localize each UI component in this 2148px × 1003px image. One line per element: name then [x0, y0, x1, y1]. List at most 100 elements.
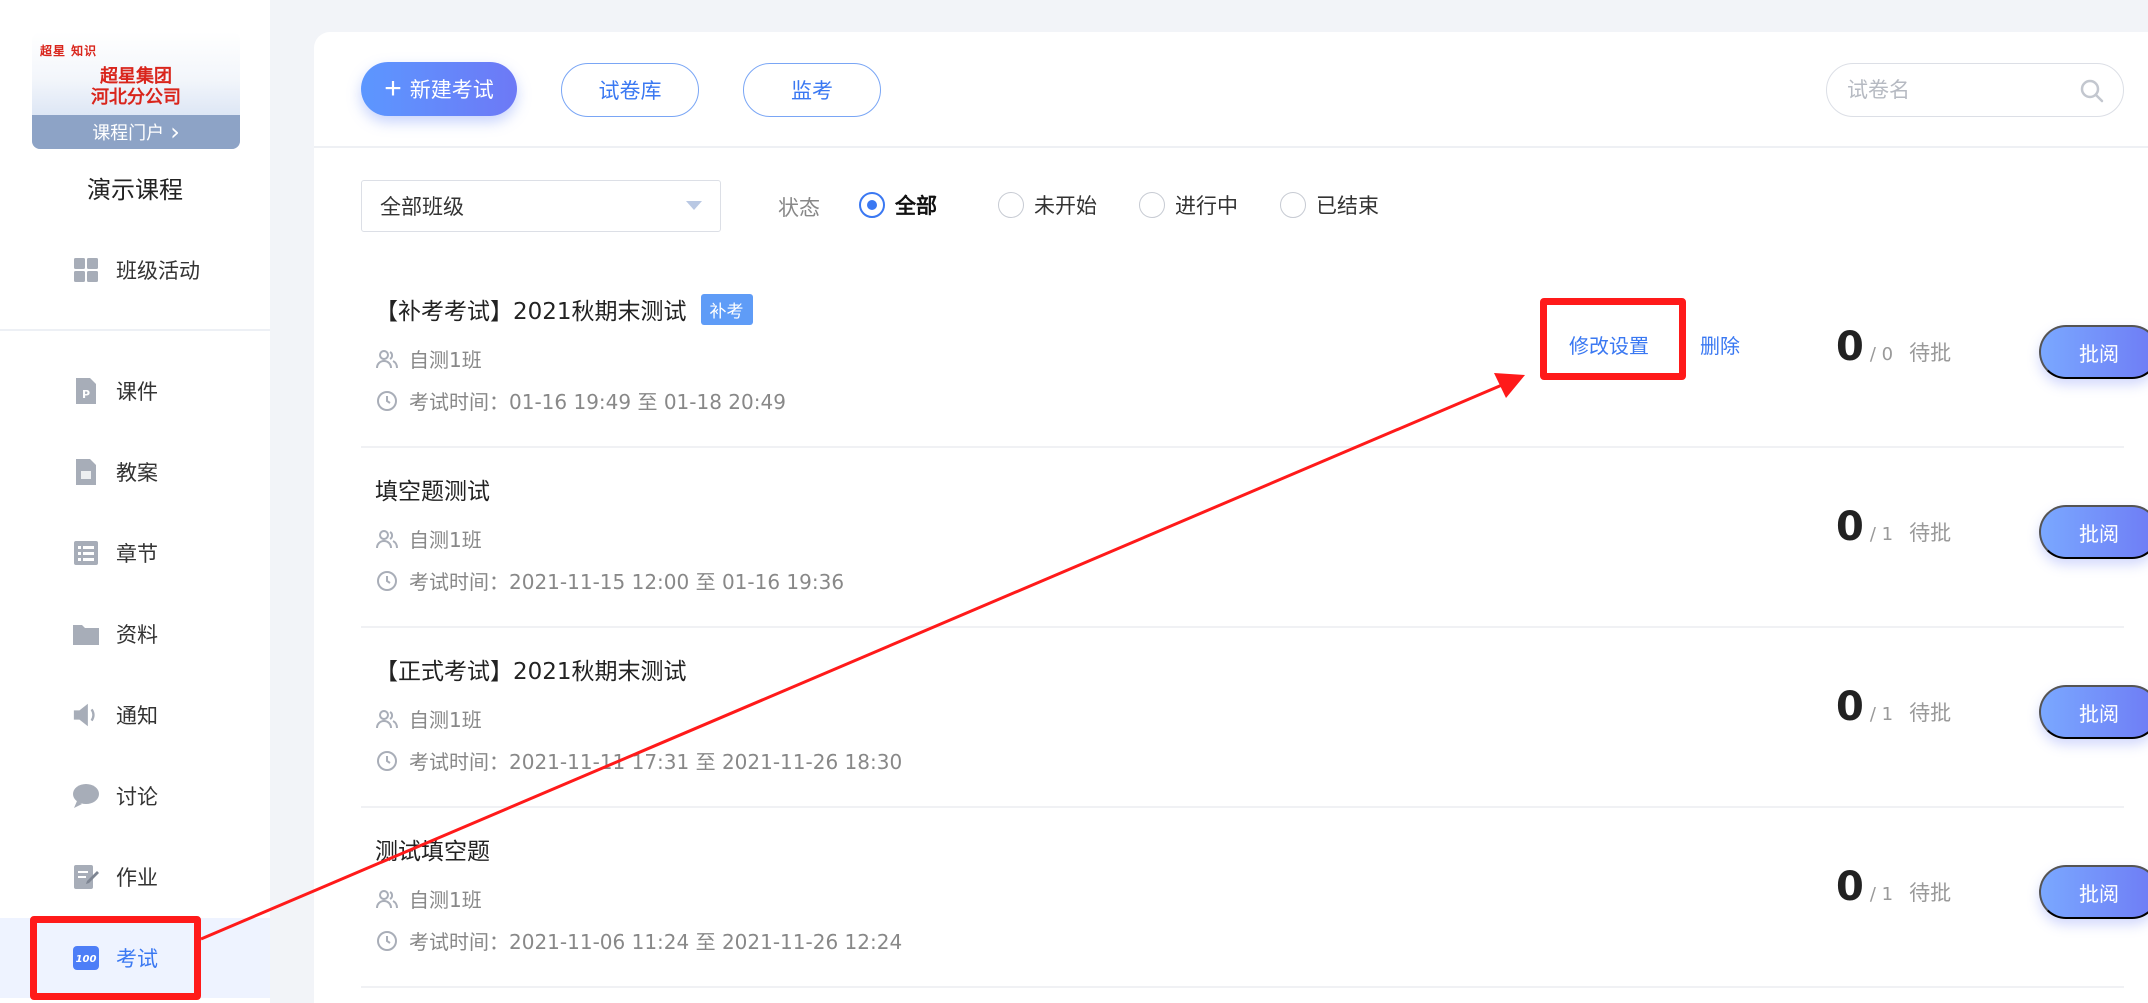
submitted-count: 0 — [1836, 864, 1864, 910]
sidebar-item-materials[interactable]: 资料 — [0, 594, 270, 674]
users-icon — [376, 709, 398, 728]
course-title: 演示课程 — [87, 176, 183, 204]
exam-time-range: 01-16 19:49 至 01-18 20:49 — [509, 390, 786, 414]
chevron-down-icon — [686, 201, 702, 210]
submitted-count: 0 — [1836, 324, 1864, 370]
pending-label: 待批 — [1909, 521, 1952, 545]
sidebar-item-label: 教案 — [116, 461, 158, 485]
exam-title[interactable]: 【补考考试】2021秋期末测试 — [375, 292, 687, 326]
sidebar-item-label: 讨论 — [116, 785, 158, 809]
submitted-count: 0 — [1836, 684, 1864, 730]
clock-icon — [377, 750, 397, 771]
sidebar-item-label: 通知 — [116, 704, 158, 728]
exam-time-range: 2021-11-06 11:24 至 2021-11-26 12:24 — [509, 930, 903, 954]
total-count: / 0 — [1869, 344, 1894, 365]
sidebar-item-class-activity[interactable]: 班级活动 — [0, 230, 270, 310]
sidebar-item-homework[interactable]: 作业 — [0, 837, 270, 917]
status-radio-label: 全部 — [895, 194, 937, 218]
sidebar-item-discussion[interactable]: 讨论 — [0, 756, 270, 836]
list-icon — [72, 539, 100, 567]
delete-link[interactable]: 删除 — [1700, 330, 1740, 359]
status-filter-label: 状态 — [778, 196, 820, 220]
course-portal-card[interactable]: 超星 知识 超星集团 河北分公司 课程门户 › — [32, 32, 240, 149]
ppt-file-icon: P — [72, 377, 100, 405]
exam-title-wrap: 【补考考试】2021秋期末测试 补考 — [375, 292, 753, 326]
sidebar-item-courseware[interactable]: P 课件 — [0, 351, 270, 431]
status-radio-in-progress[interactable]: 进行中 — [1139, 190, 1238, 220]
exam-time-range: 2021-11-11 17:31 至 2021-11-26 18:30 — [509, 750, 903, 774]
status-radio-label: 进行中 — [1175, 194, 1238, 218]
status-radio-all[interactable]: 全部 — [859, 190, 937, 220]
exam-title[interactable]: 【正式考试】2021秋期末测试 — [375, 652, 687, 686]
search-input[interactable] — [1847, 64, 2067, 115]
review-button[interactable]: 批阅 — [2039, 685, 2148, 739]
status-radio-label: 已结束 — [1316, 194, 1379, 218]
users-icon — [376, 889, 398, 908]
exam-title-wrap: 测试填空题 — [375, 832, 490, 866]
radio-unchecked-icon — [1139, 192, 1165, 218]
course-portal-label: 课程门户 — [92, 123, 165, 144]
exam-row: 填空题测试 自测1班 考试时间：2021-11-15 12:00 至 01-16… — [361, 448, 2148, 628]
chat-bubble-icon — [72, 782, 100, 810]
exam-time: 考试时间：2021-11-15 12:00 至 01-16 19:36 — [375, 566, 844, 595]
review-button[interactable]: 批阅 — [2039, 325, 2148, 379]
exam-title-wrap: 【正式考试】2021秋期末测试 — [375, 652, 687, 686]
exam-time-label: 考试时间： — [409, 750, 509, 774]
status-radio-ended[interactable]: 已结束 — [1280, 190, 1379, 220]
exam-time-range: 2021-11-15 12:00 至 01-16 19:36 — [509, 570, 845, 594]
svg-text:P: P — [82, 388, 90, 401]
folder-icon — [72, 620, 100, 648]
sidebar-item-label: 课件 — [116, 380, 158, 404]
course-portal-link[interactable]: 课程门户 › — [32, 115, 240, 149]
exam-class: 自测1班 — [375, 704, 482, 733]
speaker-icon — [72, 701, 100, 729]
sidebar-item-notice[interactable]: 通知 — [0, 675, 270, 755]
status-radio-not-started[interactable]: 未开始 — [998, 190, 1097, 220]
grid-icon — [72, 256, 100, 284]
grading-count: 0 / 1 待批 — [1836, 504, 1951, 550]
users-icon — [376, 529, 398, 548]
radio-checked-icon — [859, 192, 885, 218]
sidebar: 超星 知识 超星集团 河北分公司 课程门户 › 演示课程 班级活动 P 课件 教… — [0, 0, 270, 1003]
review-button[interactable]: 批阅 — [2039, 505, 2148, 559]
exam-class-name: 自测1班 — [409, 528, 482, 552]
status-radio-label: 未开始 — [1034, 194, 1097, 218]
new-exam-button[interactable]: + 新建考试 — [361, 62, 517, 116]
logo-line-2: 河北分公司 — [91, 87, 181, 108]
exam-class-name: 自测1班 — [409, 708, 482, 732]
makeup-tag: 补考 — [700, 293, 753, 325]
total-count: / 1 — [1869, 704, 1894, 725]
class-select[interactable]: 全部班级 — [361, 180, 721, 232]
sidebar-item-lesson-plan[interactable]: 教案 — [0, 432, 270, 512]
new-exam-label: 新建考试 — [409, 79, 494, 102]
exam-time: 考试时间：01-16 19:49 至 01-18 20:49 — [375, 386, 786, 415]
radio-unchecked-icon — [998, 192, 1024, 218]
sidebar-item-label: 章节 — [116, 542, 158, 566]
radio-unchecked-icon — [1280, 192, 1306, 218]
sidebar-item-chapters[interactable]: 章节 — [0, 513, 270, 593]
toolbar: + 新建考试 试卷库 监考 — [314, 32, 2148, 148]
exam-time: 考试时间：2021-11-06 11:24 至 2021-11-26 12:24 — [375, 926, 902, 955]
search-icon[interactable] — [2079, 78, 2105, 104]
lesson-plan-icon — [72, 458, 100, 486]
submitted-count: 0 — [1836, 504, 1864, 550]
logo-mark: 超星 知识 — [40, 44, 98, 58]
exam-title[interactable]: 测试填空题 — [375, 832, 490, 866]
exam-title-wrap: 填空题测试 — [375, 472, 490, 506]
sidebar-divider — [0, 329, 270, 331]
edit-document-icon — [72, 863, 100, 891]
sidebar-item-label: 作业 — [116, 866, 158, 890]
exam-row: 【正式考试】2021秋期末测试 自测1班 考试时间：2021-11-11 17:… — [361, 628, 2148, 808]
exam-class: 自测1班 — [375, 524, 482, 553]
exam-title[interactable]: 填空题测试 — [375, 472, 490, 506]
review-button[interactable]: 批阅 — [2039, 865, 2148, 919]
class-select-value: 全部班级 — [380, 195, 464, 219]
grading-count: 0 / 0 待批 — [1836, 324, 1951, 370]
pending-label: 待批 — [1909, 881, 1952, 905]
exam-time: 考试时间：2021-11-11 17:31 至 2021-11-26 18:30 — [375, 746, 902, 775]
pending-label: 待批 — [1909, 341, 1952, 365]
exam-time-label: 考试时间： — [409, 390, 509, 414]
question-bank-button[interactable]: 试卷库 — [561, 63, 699, 117]
proctor-button[interactable]: 监考 — [743, 63, 881, 117]
clock-icon — [377, 390, 397, 411]
